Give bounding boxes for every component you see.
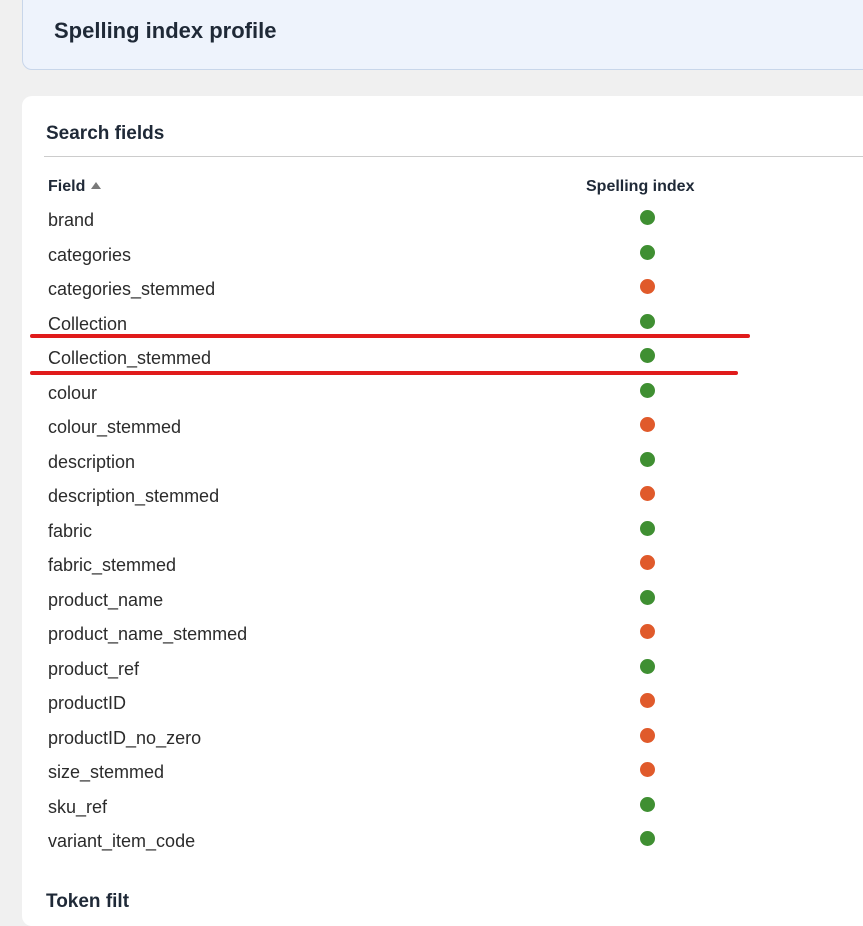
table-row[interactable]: fabric_stemmed: [22, 549, 863, 584]
table-row[interactable]: product_ref: [22, 653, 863, 688]
status-enabled-icon: [640, 210, 655, 225]
field-name: description: [48, 451, 136, 472]
status-disabled-icon: [640, 486, 655, 501]
annotation-underline-collection: [30, 334, 750, 338]
field-name: product_name: [48, 589, 164, 610]
status-enabled-icon: [640, 382, 655, 398]
table-row[interactable]: sku_ref: [22, 791, 863, 826]
table-row[interactable]: description_stemmed: [22, 480, 863, 515]
field-name: product_name_stemmed: [48, 624, 248, 644]
section-title: Search fields: [46, 123, 165, 144]
status-enabled-icon: [640, 348, 655, 363]
table-row[interactable]: description: [22, 446, 863, 481]
table-row[interactable]: productID_no_zero: [22, 722, 863, 757]
table-row[interactable]: brand: [22, 204, 863, 239]
table-row[interactable]: colour: [22, 377, 863, 412]
field-name: fabric: [48, 520, 93, 541]
field-name: size_stemmed: [48, 762, 165, 782]
search-fields-panel: Search fields Field Spelling index brand…: [22, 96, 863, 926]
fields-table-body: brand categories categories_stemmed Collect…: [22, 204, 863, 860]
field-name: brand: [48, 210, 95, 230]
field-name: productID: [48, 693, 127, 713]
table-row[interactable]: fabric: [22, 515, 863, 550]
column-header-field[interactable]: Field: [48, 178, 102, 196]
field-name: description_stemmed: [48, 486, 220, 506]
page-header: Spelling index profile: [22, 0, 863, 70]
status-disabled-icon: [640, 727, 655, 743]
field-name: categories_stemmed: [48, 279, 216, 299]
status-enabled-icon: [640, 589, 655, 605]
field-name: categories: [48, 244, 132, 265]
page-title: Spelling index profile: [54, 18, 277, 43]
field-name: fabric_stemmed: [48, 555, 177, 575]
field-name: Collection: [48, 313, 128, 334]
status-enabled-icon: [640, 520, 655, 536]
status-enabled-icon: [640, 244, 655, 260]
status-disabled-icon: [640, 555, 655, 570]
column-header-spelling-index[interactable]: Spelling index: [586, 178, 694, 196]
field-name: Collection_stemmed: [48, 348, 212, 368]
table-row[interactable]: categories_stemmed: [22, 273, 863, 308]
table-row[interactable]: size_stemmed: [22, 756, 863, 791]
table-row[interactable]: variant_item_code: [22, 825, 863, 860]
table-row[interactable]: colour_stemmed: [22, 411, 863, 446]
sort-ascending-icon: [91, 182, 102, 189]
table-row[interactable]: product_name_stemmed: [22, 618, 863, 653]
status-enabled-icon: [640, 658, 655, 674]
table-row[interactable]: categories: [22, 239, 863, 274]
status-disabled-icon: [640, 624, 655, 639]
field-name: productID_no_zero: [48, 727, 202, 748]
field-name: colour_stemmed: [48, 417, 182, 437]
field-name: variant_item_code: [48, 831, 196, 851]
status-enabled-icon: [640, 451, 655, 467]
field-name: colour: [48, 382, 98, 403]
section-divider: [44, 156, 863, 157]
field-name: sku_ref: [48, 796, 108, 817]
annotation-underline-collection-stemmed: [30, 371, 738, 375]
status-enabled-icon: [640, 313, 655, 329]
column-header-field-label: Field: [48, 178, 86, 195]
status-enabled-icon: [640, 831, 655, 846]
status-disabled-icon: [640, 279, 655, 294]
next-section-title: Token filt: [46, 891, 130, 912]
status-enabled-icon: [640, 796, 655, 812]
table-row[interactable]: productID: [22, 687, 863, 722]
table-row[interactable]: product_name: [22, 584, 863, 619]
status-disabled-icon: [640, 693, 655, 708]
status-disabled-icon: [640, 417, 655, 432]
field-name: product_ref: [48, 658, 140, 679]
status-disabled-icon: [640, 762, 655, 777]
